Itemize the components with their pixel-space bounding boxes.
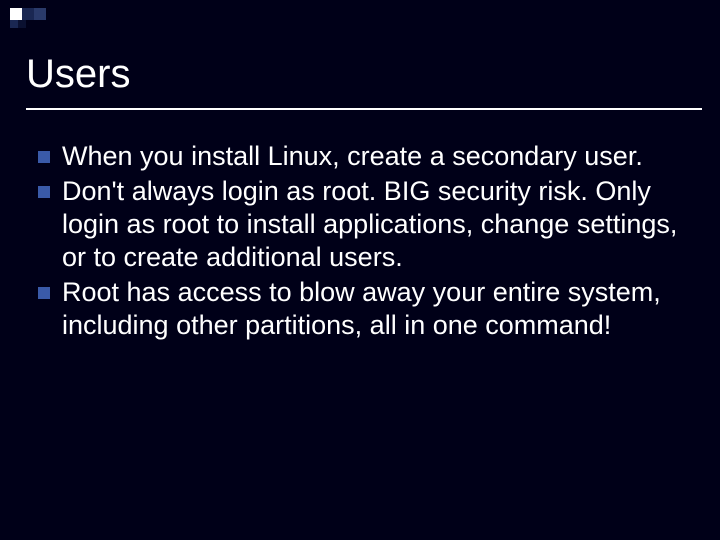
deco-square	[10, 20, 18, 28]
bullet-text: Don't always login as root. BIG security…	[62, 175, 690, 274]
list-item: Don't always login as root. BIG security…	[38, 175, 690, 274]
deco-square	[18, 20, 26, 28]
title-underline	[26, 108, 702, 110]
list-item: When you install Linux, create a seconda…	[38, 140, 690, 173]
bullet-square-icon	[38, 186, 50, 198]
bullet-square-icon	[38, 151, 50, 163]
deco-square	[10, 8, 22, 20]
list-item: Root has access to blow away your entire…	[38, 276, 690, 342]
bullet-text: Root has access to blow away your entire…	[62, 276, 690, 342]
corner-decoration-row2	[10, 20, 26, 28]
deco-square	[34, 8, 46, 20]
slide-content: When you install Linux, create a seconda…	[38, 140, 690, 344]
slide-title: Users	[26, 52, 130, 97]
corner-decoration	[10, 8, 46, 20]
bullet-text: When you install Linux, create a seconda…	[62, 140, 643, 173]
deco-square	[22, 8, 34, 20]
bullet-square-icon	[38, 287, 50, 299]
